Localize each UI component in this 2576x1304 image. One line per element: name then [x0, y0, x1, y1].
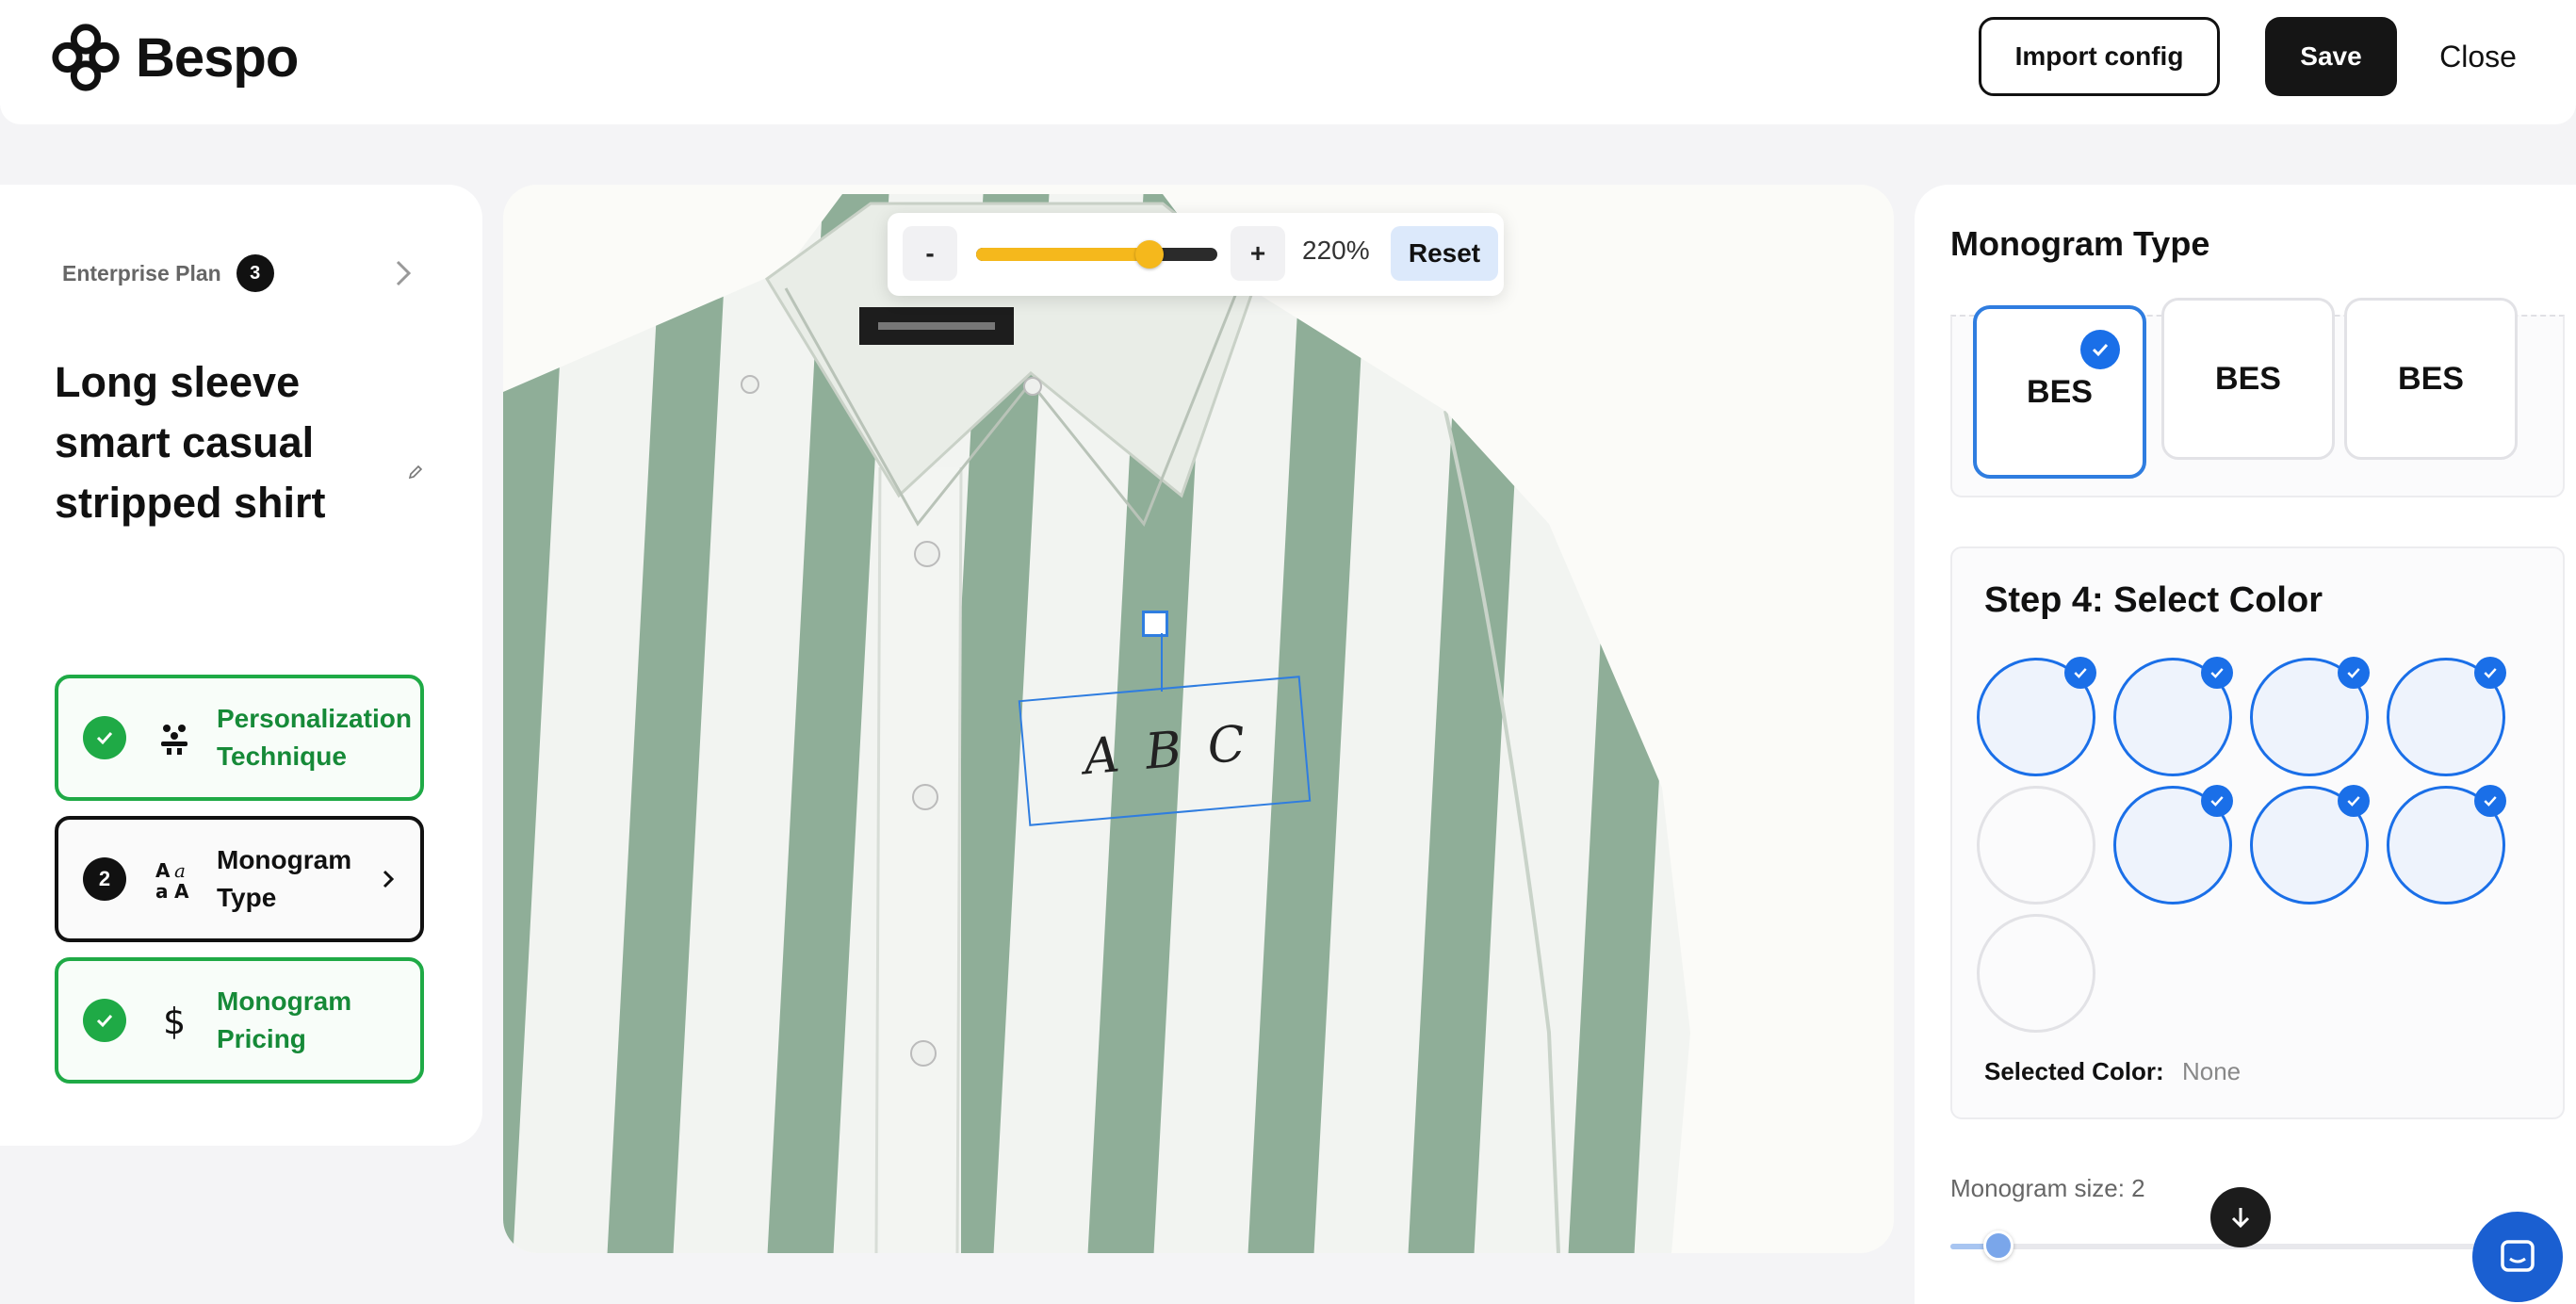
import-config-button[interactable]: Import config — [1979, 17, 2220, 96]
checkmark-icon — [2338, 657, 2370, 689]
brand-name: Bespo — [136, 26, 299, 89]
monogram-size-label: Monogram size: 2 — [1950, 1174, 2145, 1202]
top-bar: Bespo Import config Save Close — [0, 0, 2576, 124]
step-label: Personalization Technique — [217, 704, 412, 771]
color-swatch[interactable] — [2387, 657, 2506, 776]
zoom-toolbar: - + 220% Reset — [888, 213, 1504, 296]
bespo-logo-icon — [52, 24, 120, 91]
svg-text:A: A — [174, 880, 189, 900]
step-label: Monogram Pricing — [217, 986, 352, 1053]
zoom-in-button[interactable]: + — [1231, 226, 1285, 281]
dollar-icon: $ — [153, 999, 196, 1042]
checkmark-icon — [2474, 657, 2506, 689]
color-swatch[interactable] — [2387, 785, 2506, 905]
font-case-icon: A a a A — [153, 857, 196, 901]
checkmark-icon — [2064, 657, 2096, 689]
color-swatch[interactable] — [1977, 914, 2095, 1033]
monogram-type-option-1[interactable]: BES — [1973, 305, 2146, 479]
step-personalization-technique[interactable]: Personalization Technique — [55, 675, 424, 801]
rotate-handle[interactable] — [1142, 611, 1168, 637]
plan-row[interactable]: Enterprise Plan 3 — [62, 254, 274, 292]
checkmark-icon — [2080, 330, 2120, 369]
monogram-type-heading: Monogram Type — [1950, 224, 2210, 263]
rotate-handle-line — [1161, 633, 1163, 692]
monogram-type-option-2[interactable]: BES — [2161, 298, 2335, 460]
color-swatch[interactable] — [2113, 657, 2233, 776]
monogram-letter: B — [1143, 721, 1184, 781]
monogram-type-option-3[interactable]: BES — [2344, 298, 2518, 460]
checkmark-icon — [2474, 785, 2506, 817]
checkmark-icon — [2338, 785, 2370, 817]
monogram-letter: A — [1081, 726, 1122, 787]
svg-text:A: A — [155, 859, 171, 882]
svg-text:a: a — [155, 880, 169, 900]
monogram-size-thumb[interactable] — [1983, 1231, 2014, 1261]
zoom-reset-button[interactable]: Reset — [1391, 226, 1498, 281]
monogram-preview-text: A B C — [1020, 677, 1309, 823]
plan-count-badge: 3 — [236, 254, 274, 292]
svg-text:$: $ — [163, 1001, 186, 1041]
option-label: BES — [2027, 373, 2093, 410]
zoom-slider-fill — [976, 248, 1150, 261]
chevron-right-icon — [383, 870, 395, 888]
left-sidebar: Enterprise Plan 3 Long sleeve smart casu… — [0, 185, 482, 1146]
selected-color-label: Selected Color: — [1984, 1057, 2164, 1085]
zoom-slider-track[interactable] — [976, 248, 1217, 261]
chat-icon — [2501, 1240, 2535, 1272]
option-label: BES — [2215, 360, 2281, 397]
tools-icon — [153, 716, 196, 759]
save-button[interactable]: Save — [2265, 17, 2397, 96]
check-circle-icon — [83, 999, 126, 1042]
color-swatch[interactable] — [2113, 785, 2233, 905]
right-options-panel: Monogram Type BES BES BES Step 4: Select… — [1915, 185, 2576, 1304]
zoom-out-button[interactable]: - — [903, 226, 957, 281]
scroll-down-button[interactable] — [2210, 1187, 2271, 1247]
arrow-down-icon — [2231, 1208, 2250, 1229]
color-swatch[interactable] — [2250, 785, 2370, 905]
svg-text:a: a — [174, 859, 186, 882]
product-canvas[interactable]: - + 220% Reset A B C — [503, 185, 1894, 1253]
checkmark-icon — [2201, 785, 2233, 817]
zoom-slider-thumb[interactable] — [1135, 240, 1165, 269]
monogram-placement-box[interactable]: A B C — [1018, 676, 1312, 826]
chevron-right-icon[interactable] — [386, 253, 420, 294]
step-monogram-pricing[interactable]: $ Monogram Pricing — [55, 957, 424, 1084]
checkmark-icon — [2201, 657, 2233, 689]
color-step-title: Step 4: Select Color — [1984, 580, 2323, 620]
monogram-letter: C — [1205, 715, 1248, 775]
color-swatch[interactable] — [1977, 657, 2096, 776]
brand-logo[interactable]: Bespo — [49, 21, 299, 94]
color-step-card: Step 4: Select Color Selected Color: Non… — [1950, 546, 2565, 1119]
plan-label: Enterprise Plan — [62, 260, 221, 285]
chat-launcher-button[interactable] — [2472, 1212, 2563, 1302]
product-title: Long sleeve smart casual stripped shirt — [55, 358, 326, 527]
color-swatch[interactable] — [2250, 657, 2370, 776]
zoom-percent: 220% — [1302, 236, 1370, 265]
step-monogram-type[interactable]: 2 A a a A Monogram Type — [55, 816, 424, 942]
option-label: BES — [2398, 360, 2464, 397]
color-swatch[interactable] — [1977, 786, 2095, 905]
edit-pencil-icon[interactable] — [407, 464, 424, 481]
step-number-badge: 2 — [83, 857, 126, 901]
close-button[interactable]: Close — [2431, 17, 2525, 96]
selected-color-row: Selected Color: None — [1984, 1057, 2241, 1086]
check-circle-icon — [83, 716, 126, 759]
selected-color-value: None — [2181, 1057, 2242, 1085]
